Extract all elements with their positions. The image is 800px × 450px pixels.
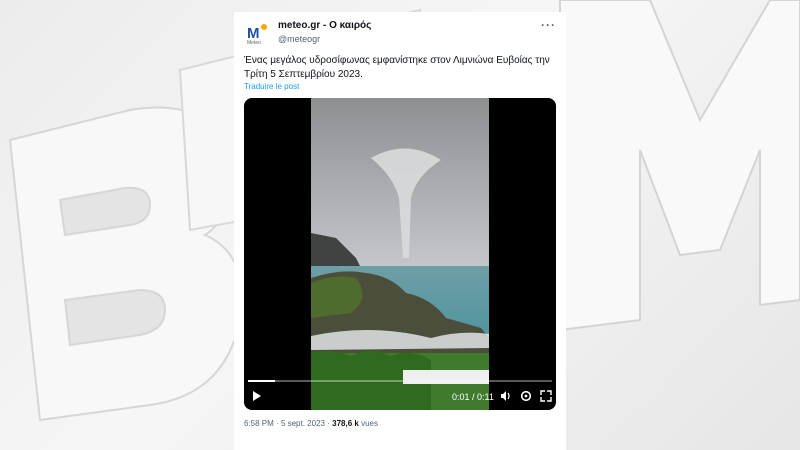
- views-label: vues: [361, 419, 378, 428]
- watermark-letter-m: [559, 0, 800, 332]
- translate-link[interactable]: Traduire le post: [244, 82, 299, 91]
- play-icon[interactable]: [252, 390, 262, 404]
- tweet-footer: 6:58 PM · 5 sept. 2023 · 378,6 k vues: [244, 419, 378, 428]
- author-handle[interactable]: @meteogr: [278, 34, 320, 44]
- separator-dot: ·: [276, 419, 279, 428]
- sun-icon: [261, 24, 267, 30]
- tweet-date[interactable]: 5 sept. 2023: [281, 419, 325, 428]
- tweet-time[interactable]: 6:58 PM: [244, 419, 274, 428]
- volume-icon[interactable]: [500, 390, 512, 404]
- tweet-header: M Meteo meteo.gr - Ο καιρός @meteogr ···: [244, 18, 556, 52]
- more-options-icon[interactable]: ···: [541, 18, 556, 32]
- video-progress-bar[interactable]: [248, 380, 552, 382]
- avatar-caption: Meteo: [247, 40, 261, 46]
- fullscreen-icon[interactable]: [540, 390, 552, 404]
- separator-dot: ·: [327, 419, 330, 428]
- video-player[interactable]: 0:01 / 0:11: [244, 98, 556, 410]
- video-time: 0:01 / 0:11: [452, 392, 494, 402]
- video-progress-fill: [248, 380, 276, 382]
- tweet-text: Ένας μεγάλος υδροσίφωνας εμφανίστηκε στο…: [244, 55, 550, 80]
- video-frame: [311, 98, 489, 410]
- author-name[interactable]: meteo.gr - Ο καιρός: [278, 20, 371, 31]
- views-count: 378,6 k: [332, 419, 359, 428]
- tweet-card: M Meteo meteo.gr - Ο καιρός @meteogr ···…: [234, 12, 566, 450]
- settings-icon[interactable]: [520, 390, 532, 404]
- avatar[interactable]: M Meteo: [244, 22, 270, 48]
